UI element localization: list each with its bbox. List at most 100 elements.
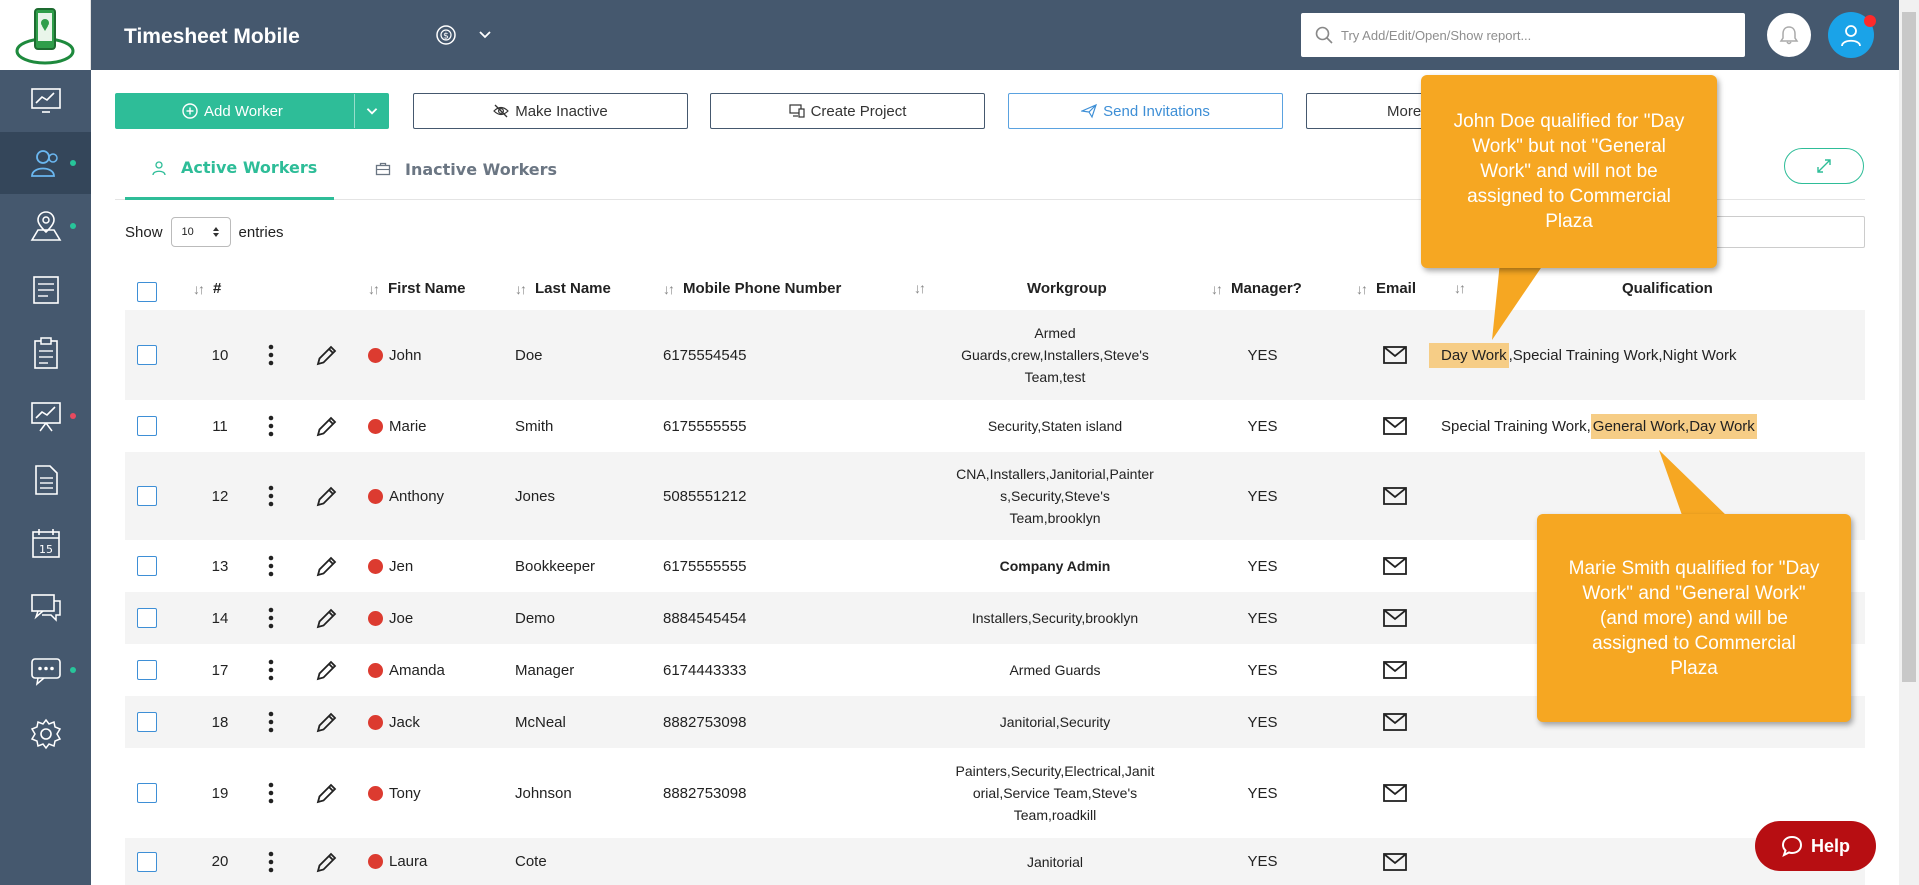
table-row[interactable]: 11 Marie Smith 6175555555 Security,Staten is… (125, 400, 1865, 452)
col-phone[interactable]: ↓↑ Mobile Phone Number (663, 280, 841, 297)
row-email-button[interactable] (1383, 452, 1407, 540)
row-menu-button[interactable] (268, 310, 274, 400)
add-worker-button[interactable]: Add Worker (115, 93, 389, 129)
notifications-button[interactable] (1767, 13, 1811, 57)
sort-icon: ↓↑ (1454, 280, 1466, 296)
more-button[interactable]: More (1306, 93, 1436, 129)
row-checkbox[interactable] (137, 608, 157, 628)
app-logo[interactable] (0, 0, 91, 70)
row-checkbox[interactable] (137, 556, 157, 576)
row-email-button[interactable] (1383, 310, 1407, 400)
col-qualification-sort[interactable]: ↓↑ (1454, 280, 1474, 296)
page-scrollbar-thumb[interactable] (1902, 12, 1916, 682)
row-edit-button[interactable] (315, 748, 339, 838)
row-manager: YES (1247, 417, 1278, 435)
sidebar-item-reports[interactable] (0, 385, 91, 447)
row-edit-button[interactable] (315, 400, 339, 452)
row-checkbox[interactable] (137, 851, 157, 872)
row-menu-button[interactable] (268, 400, 274, 452)
col-num[interactable]: ↓↑ # (193, 280, 221, 297)
row-checkbox[interactable] (137, 345, 157, 365)
tab-inactive-workers[interactable]: Inactive Workers (375, 138, 585, 200)
help-button[interactable]: Help (1755, 821, 1876, 871)
row-menu-button[interactable] (268, 838, 274, 885)
row-first-name[interactable]: John (368, 310, 422, 400)
sidebar-item-timesheet[interactable] (0, 258, 91, 320)
row-last-name: Doe (515, 346, 543, 364)
table-row[interactable]: 10 John Doe 6175554545 Armed Guards,crew,Inst… (125, 310, 1865, 400)
workgroup-line: s,Security,Steve's (1000, 488, 1110, 504)
row-first-name[interactable]: Amanda (368, 644, 445, 696)
sidebar-item-comments[interactable] (0, 639, 91, 701)
dollar-switch-icon[interactable]: $ (435, 24, 457, 46)
send-invitations-button[interactable]: Send Invitations (1008, 93, 1283, 129)
row-edit-button[interactable] (315, 592, 339, 644)
row-edit-button[interactable] (315, 644, 339, 696)
row-edit-button[interactable] (315, 540, 339, 592)
row-first-name[interactable]: Tony (368, 748, 421, 838)
sidebar-item-workers[interactable] (0, 132, 91, 194)
row-first-name[interactable]: Laura (368, 838, 427, 885)
table-row[interactable]: 19 Tony Johnson 8882753098 Painters,Security… (125, 748, 1865, 838)
row-first-name[interactable]: Marie (368, 400, 427, 452)
row-first-name[interactable]: Joe (368, 592, 413, 644)
row-first-name[interactable]: Anthony (368, 452, 444, 540)
tab-active-workers[interactable]: Active Workers (125, 138, 334, 200)
top-bar: Timesheet Mobile $ (91, 0, 1899, 70)
sidebar-item-calendar[interactable]: 15 (0, 512, 91, 574)
add-worker-dropdown[interactable] (354, 94, 388, 128)
row-checkbox[interactable] (137, 783, 157, 803)
row-checkbox[interactable] (137, 712, 157, 732)
row-menu-button[interactable] (268, 540, 274, 592)
row-menu-button[interactable] (268, 696, 274, 748)
col-email[interactable]: ↓↑ Email (1356, 280, 1416, 297)
col-workgroup-sort[interactable]: ↓↑ (914, 280, 934, 296)
row-menu-button[interactable] (268, 644, 274, 696)
sidebar-item-documents[interactable] (0, 449, 91, 511)
sidebar-item-map[interactable] (0, 195, 91, 257)
row-email-button[interactable] (1383, 748, 1407, 838)
row-menu-button[interactable] (268, 592, 274, 644)
row-checkbox[interactable] (137, 660, 157, 680)
row-checkbox[interactable] (137, 486, 157, 506)
row-email-button[interactable] (1383, 592, 1407, 644)
row-checkbox[interactable] (137, 416, 157, 436)
col-manager[interactable]: ↓↑ Manager? (1211, 280, 1302, 297)
entries-select[interactable]: 10 (170, 217, 231, 247)
col-last-name[interactable]: ↓↑ Last Name (515, 280, 611, 297)
row-edit-button[interactable] (315, 696, 339, 748)
row-edit-button[interactable] (315, 310, 339, 400)
row-email-button[interactable] (1383, 838, 1407, 885)
row-number: 18 (211, 713, 229, 731)
col-workgroup-label: Workgroup (1027, 280, 1107, 297)
row-edit-button[interactable] (315, 838, 339, 885)
row-manager: YES (1247, 853, 1278, 870)
search-box[interactable] (1301, 13, 1745, 57)
col-workgroup[interactable]: Workgroup (1027, 280, 1107, 297)
row-first-name[interactable]: Jen (368, 540, 413, 592)
row-email-button[interactable] (1383, 400, 1407, 452)
col-qualification[interactable]: Qualification (1622, 280, 1713, 297)
row-first-name[interactable]: Jack (368, 696, 420, 748)
row-manager: YES (1247, 713, 1278, 731)
make-inactive-button[interactable]: Make Inactive (413, 93, 688, 129)
sidebar-item-settings[interactable] (0, 703, 91, 765)
row-email-button[interactable] (1383, 540, 1407, 592)
row-edit-button[interactable] (315, 452, 339, 540)
row-email-button[interactable] (1383, 644, 1407, 696)
select-all-checkbox[interactable] (137, 282, 157, 302)
sidebar-item-dashboard[interactable] (0, 70, 91, 132)
sort-icon: ↓↑ (193, 280, 205, 297)
row-menu-button[interactable] (268, 748, 274, 838)
chevron-down-icon[interactable] (477, 26, 493, 42)
search-input[interactable] (1341, 27, 1721, 43)
sidebar-item-messages[interactable] (0, 576, 91, 638)
table-row[interactable]: 20 Laura Cote Janitorial YES (125, 838, 1865, 885)
row-email-button[interactable] (1383, 696, 1407, 748)
sidebar-item-clipboard[interactable] (0, 322, 91, 384)
create-project-button[interactable]: Create Project (710, 93, 985, 129)
col-first-name[interactable]: ↓↑ First Name (368, 280, 466, 297)
expand-button[interactable] (1784, 148, 1864, 184)
table-filter-input[interactable] (1700, 216, 1865, 248)
row-menu-button[interactable] (268, 452, 274, 540)
